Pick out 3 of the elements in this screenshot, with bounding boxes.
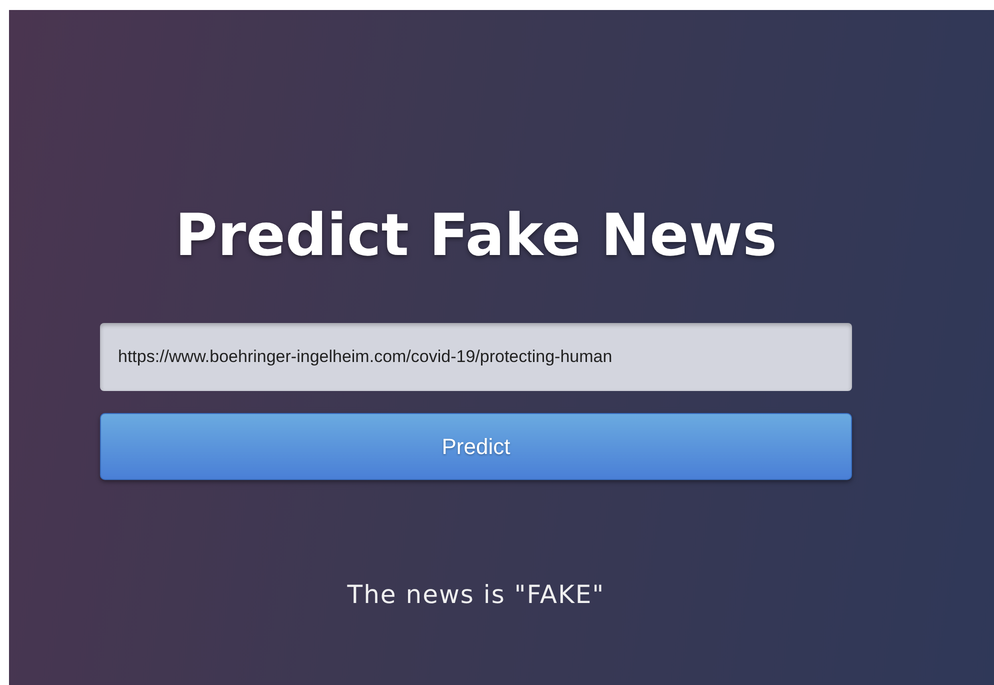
prediction-result: The news is "FAKE" xyxy=(347,580,605,609)
url-field[interactable]: https://www.boehringer-ingelheim.com/covid-19/protecting-human xyxy=(100,323,852,391)
page-title: Predict Fake News xyxy=(174,200,778,271)
